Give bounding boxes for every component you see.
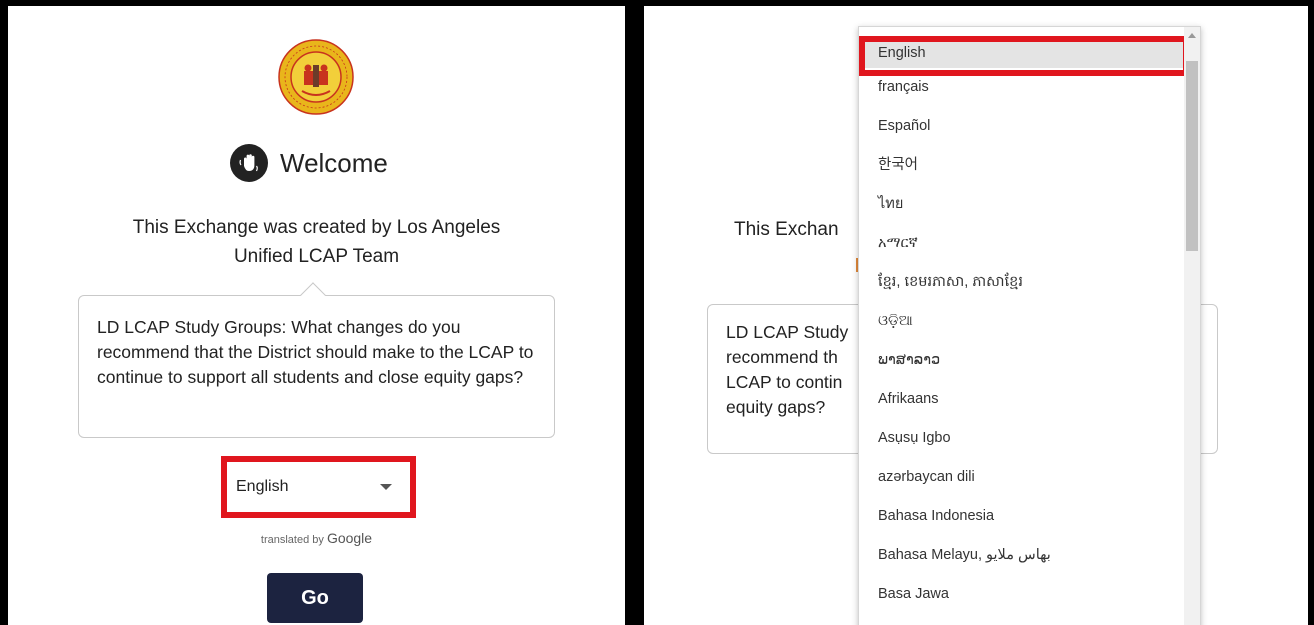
welcome-heading: Welcome [230,144,388,182]
exchange-line-1: This Exchange was created by Los Angeles [132,217,501,238]
language-dropdown-list[interactable]: English français Español 한국어 ไทย አማርኛ ខ្… [858,26,1201,625]
language-option-khmer[interactable]: ខ្មែរ, ខេមរភាសា, ភាសាខ្មែរ [859,263,1186,302]
language-select-value: English [236,478,289,495]
language-option-malay[interactable]: Bahasa Melayu, بهاس ملايو [859,536,1186,575]
left-panel: Welcome This Exchange was created by Los… [8,6,625,625]
language-option-thai[interactable]: ไทย [859,185,1186,224]
language-option-igbo[interactable]: Asụsụ Igbo [859,419,1186,458]
language-option-azerbaijani[interactable]: azərbaycan dili [859,458,1186,497]
language-option-indonesian[interactable]: Bahasa Indonesia [859,497,1186,536]
language-option-javanese[interactable]: Basa Jawa [859,575,1186,614]
waving-hand-icon [230,144,268,182]
welcome-title: Welcome [280,147,388,178]
district-seal-logo [278,39,354,115]
card-pointer [300,282,326,308]
language-option-korean[interactable]: 한국어 [859,146,1186,185]
language-option-afrikaans[interactable]: Afrikaans [859,380,1186,419]
language-option-lao[interactable]: ພາສາລາວ [859,341,1186,380]
language-select[interactable]: English [232,472,398,502]
google-wordmark: Google [326,530,373,546]
language-options: English français Español 한국어 ไทย አማርኛ ខ្… [859,27,1186,614]
dropdown-scrollbar[interactable] [1184,27,1200,625]
exchange-creator-text-partial: This Exchan [734,219,839,240]
scrollbar-thumb[interactable] [1186,61,1198,251]
exchange-line-2: Unified LCAP Team [233,246,400,267]
language-option-odia[interactable]: ଓଡ଼ିଆ [859,302,1186,341]
chevron-down-icon [380,484,392,490]
selected-option-highlight [859,36,1189,76]
question-text: LD LCAP Study Groups: What changes do yo… [97,317,534,387]
language-option-amharic[interactable]: አማርኛ [859,224,1186,263]
right-panel: This Exchan LD LCAP Study recommend th L… [644,6,1308,625]
translated-by-label: translated by [260,534,324,546]
language-option-spanish[interactable]: Español [859,107,1186,146]
question-card: LD LCAP Study Groups: What changes do yo… [78,282,555,438]
scroll-up-arrow-icon[interactable] [1188,33,1196,38]
exchange-creator-text: This Exchange was created by Los Angeles… [48,213,585,271]
go-button[interactable]: Go [267,573,363,623]
translated-by-google: translated by Google [8,530,625,546]
